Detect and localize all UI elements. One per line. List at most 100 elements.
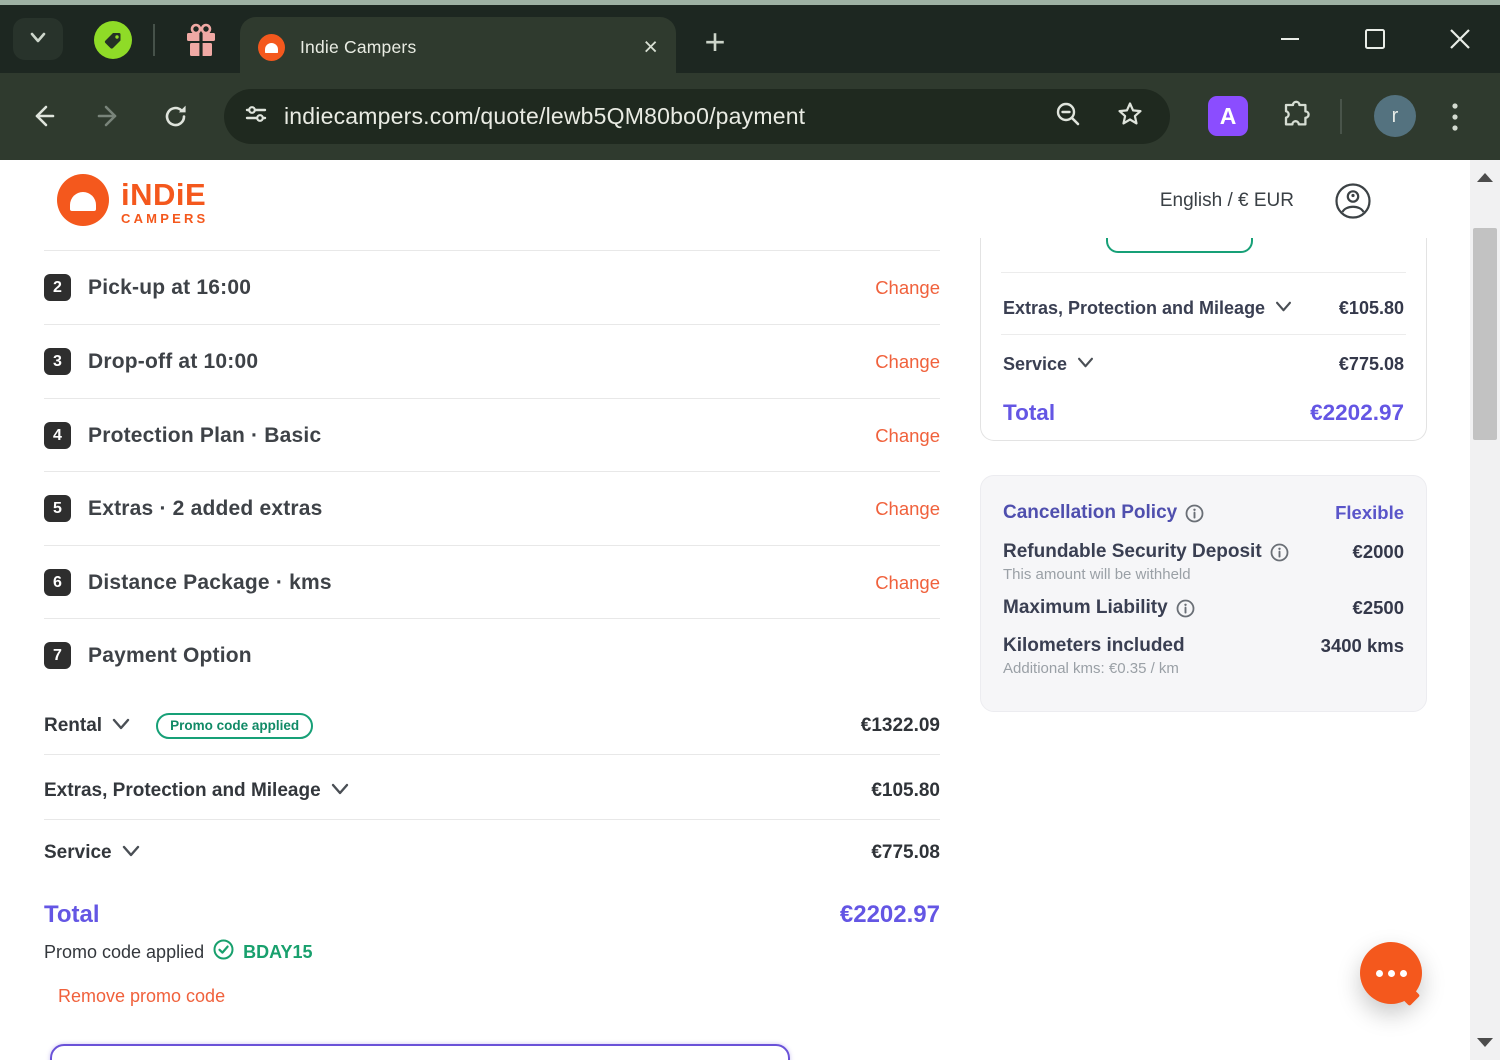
change-link[interactable]: Change [875,498,940,520]
summary-service-row: Service €775.08 [1003,342,1404,386]
security-deposit-value: €2000 [1352,541,1404,562]
step-number-badge: 6 [44,569,71,596]
summary-extras-label: Extras, Protection and Mileage [1003,297,1266,318]
promo-tag-icon[interactable] [94,21,132,59]
chat-ellipsis-icon [1360,942,1422,1004]
summary-service-label: Service [1003,353,1068,374]
summary-total-row: Total €2202.97 [1003,393,1404,433]
forward-button[interactable] [96,103,122,129]
kilometers-label: Kilometers included [1003,635,1185,656]
security-deposit-note: This amount will be withheld [1003,566,1191,583]
promo-code-line: Promo code applied BDAY15 [44,939,312,965]
chevron-down-icon [25,24,51,55]
gift-icon[interactable] [182,20,220,60]
summary-service-amount: €775.08 [1338,353,1404,374]
divider [1001,334,1406,335]
summary-total-amount: €2202.97 [1310,400,1404,425]
payment-option-box[interactable] [50,1044,790,1060]
site-favicon [258,34,285,61]
info-icon[interactable] [1270,543,1289,562]
step-title: Payment Option [88,643,252,667]
profile-avatar[interactable]: r [1374,95,1416,137]
extras-label: Extras, Protection and Mileage [44,780,321,801]
total-row: Total €2202.97 [44,895,940,935]
service-label: Service [44,842,112,863]
address-bar[interactable]: indiecampers.com/quote/lewb5QM80bo0/paym… [224,89,1170,144]
window-controls [1275,19,1475,59]
tab-title: Indie Campers [300,37,417,57]
change-link[interactable]: Change [875,351,940,373]
url-text[interactable]: indiecampers.com/quote/lewb5QM80bo0/paym… [284,103,805,130]
total-amount: €2202.97 [839,901,940,928]
cancellation-policy-value: Flexible [1335,502,1404,523]
security-deposit-label: Refundable Security Deposit [1003,541,1262,562]
bookmark-star-icon[interactable] [1116,100,1144,133]
maximize-button[interactable] [1360,19,1390,59]
step-number-badge: 4 [44,422,71,449]
rental-amount: €1322.09 [860,715,940,736]
scrollbar-thumb[interactable] [1473,228,1497,440]
service-amount: €775.08 [871,842,940,863]
extras-row: Extras, Protection and Mileage €105.80 [44,763,940,820]
check-circle-icon [213,939,234,965]
service-row: Service €775.08 [44,828,940,878]
close-window-button[interactable] [1445,19,1475,59]
minimize-button[interactable] [1275,19,1305,59]
step-number-badge: 2 [44,274,71,301]
page-scrollbar[interactable] [1470,160,1500,1060]
total-label: Total [44,901,100,928]
new-tab-button[interactable]: + [692,19,738,65]
browser-menu-icon[interactable] [1450,100,1460,139]
extras-amount: €105.80 [871,780,940,801]
step-row-dropoff: 3 Drop-off at 10:00 Change [44,324,940,398]
extension-a-button[interactable]: A [1208,96,1248,136]
step-row-payment: 7 Payment Option [44,618,940,692]
browser-toolbar: indiecampers.com/quote/lewb5QM80bo0/paym… [0,73,1500,160]
chevron-down-icon[interactable] [112,717,130,735]
account-icon[interactable] [1334,182,1372,225]
reload-button[interactable] [162,103,188,129]
summary-total-label: Total [1003,400,1056,425]
omnibox-actions [1054,100,1150,133]
chevron-down-icon[interactable] [331,782,349,800]
summary-extras-row: Extras, Protection and Mileage €105.80 [1003,286,1404,330]
tabbar-divider [153,24,155,56]
scroll-up-arrow[interactable] [1477,173,1493,182]
scroll-down-arrow[interactable] [1477,1038,1493,1047]
promo-code-value: BDAY15 [243,941,313,962]
change-link[interactable]: Change [875,277,940,299]
step-title: Extras · 2 added extras [88,496,323,520]
extensions-puzzle-icon[interactable] [1280,100,1314,139]
chevron-down-icon[interactable] [122,844,140,862]
close-tab-icon[interactable]: × [643,35,658,60]
chevron-down-icon[interactable] [1077,355,1094,373]
step-row-distance: 6 Distance Package · kms Change [44,545,940,619]
step-row-extras: 5 Extras · 2 added extras Change [44,471,940,545]
kilometers-value: 3400 kms [1320,635,1404,656]
tab-search-button[interactable] [13,18,63,60]
back-button[interactable] [30,103,56,129]
info-icon[interactable] [1185,504,1204,523]
step-title: Protection Plan · Basic [88,423,322,447]
max-liability-value: €2500 [1352,597,1404,618]
summary-extras-amount: €105.80 [1338,297,1404,318]
chevron-down-icon[interactable] [1275,299,1292,317]
step-title: Pick-up at 16:00 [88,275,252,299]
info-icon[interactable] [1176,599,1195,618]
site-settings-icon[interactable] [244,102,268,131]
kilometers-row: Kilometers included 3400 kms [1003,635,1404,657]
checkout-steps: 2 Pick-up at 16:00 Change 3 Drop-off at … [44,160,940,1060]
promo-applied-chip: Promo code applied [156,713,314,739]
browser-tab-indie-campers[interactable]: Indie Campers × [240,17,676,78]
change-link[interactable]: Change [875,425,940,447]
kilometers-note: Additional kms: €0.35 / km [1003,660,1179,677]
tab-bar: Indie Campers × + [0,5,1500,78]
change-link[interactable]: Change [875,572,940,594]
price-summary-card: Extras, Protection and Mileage €105.80 S… [980,238,1427,441]
chat-widget-button[interactable] [1360,942,1422,1004]
language-currency-selector[interactable]: English / € EUR [1160,190,1294,212]
cancellation-policy-row: Cancellation Policy Flexible [1003,502,1404,524]
step-number-badge: 5 [44,495,71,522]
zoom-indicator-icon[interactable] [1054,100,1082,133]
remove-promo-link[interactable]: Remove promo code [58,986,225,1007]
